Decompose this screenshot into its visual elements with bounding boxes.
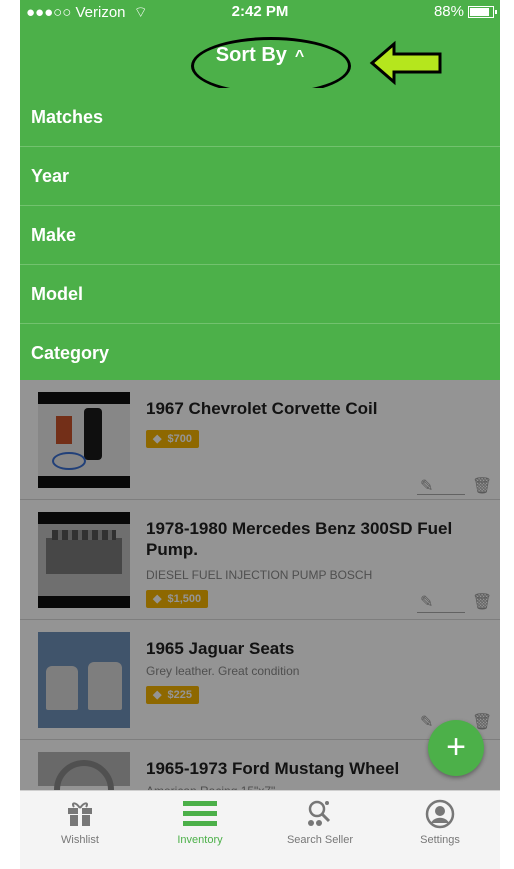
tab-label: Search Seller <box>286 834 354 846</box>
add-item-button[interactable]: + <box>428 720 484 776</box>
tab-wishlist[interactable]: Wishlist <box>20 791 140 869</box>
overlay-dim[interactable] <box>20 380 500 790</box>
tab-label: Settings <box>420 834 460 846</box>
battery-status: 88% <box>434 3 497 20</box>
annotation-arrow-icon <box>369 40 442 86</box>
frame-border-right <box>500 0 514 869</box>
sort-menu: Matches Year Make Model Category <box>20 88 500 383</box>
frame-border-left <box>0 0 20 869</box>
user-icon <box>380 799 500 829</box>
tab-bar: Wishlist Inventory Search Seller Setting… <box>20 790 500 869</box>
tab-inventory[interactable]: Inventory <box>140 791 260 869</box>
screen: ●●●○○ Verizon ⌔ 2:42 PM 88% Sort By ^ Mat… <box>20 0 500 869</box>
tab-label: Wishlist <box>61 834 99 846</box>
annotation-circle <box>191 37 351 95</box>
tab-settings[interactable]: Settings <box>380 791 500 869</box>
header: Sort By ^ <box>20 22 500 95</box>
sort-option-matches[interactable]: Matches <box>20 88 500 147</box>
gift-icon <box>20 799 140 829</box>
sort-option-year[interactable]: Year <box>20 147 500 206</box>
search-seller-icon <box>260 799 380 829</box>
sort-option-category[interactable]: Category <box>20 324 500 383</box>
phone-frame: ●●●○○ Verizon ⌔ 2:42 PM 88% Sort By ^ Mat… <box>0 0 514 869</box>
tab-search-seller[interactable]: Search Seller <box>260 791 380 869</box>
status-bar: ●●●○○ Verizon ⌔ 2:42 PM 88% <box>20 0 500 22</box>
battery-icon <box>468 6 497 19</box>
tab-label: Inventory <box>177 834 223 846</box>
sort-option-make[interactable]: Make <box>20 206 500 265</box>
menu-icon <box>140 799 260 829</box>
sort-option-model[interactable]: Model <box>20 265 500 324</box>
status-time: 2:42 PM <box>231 3 289 20</box>
